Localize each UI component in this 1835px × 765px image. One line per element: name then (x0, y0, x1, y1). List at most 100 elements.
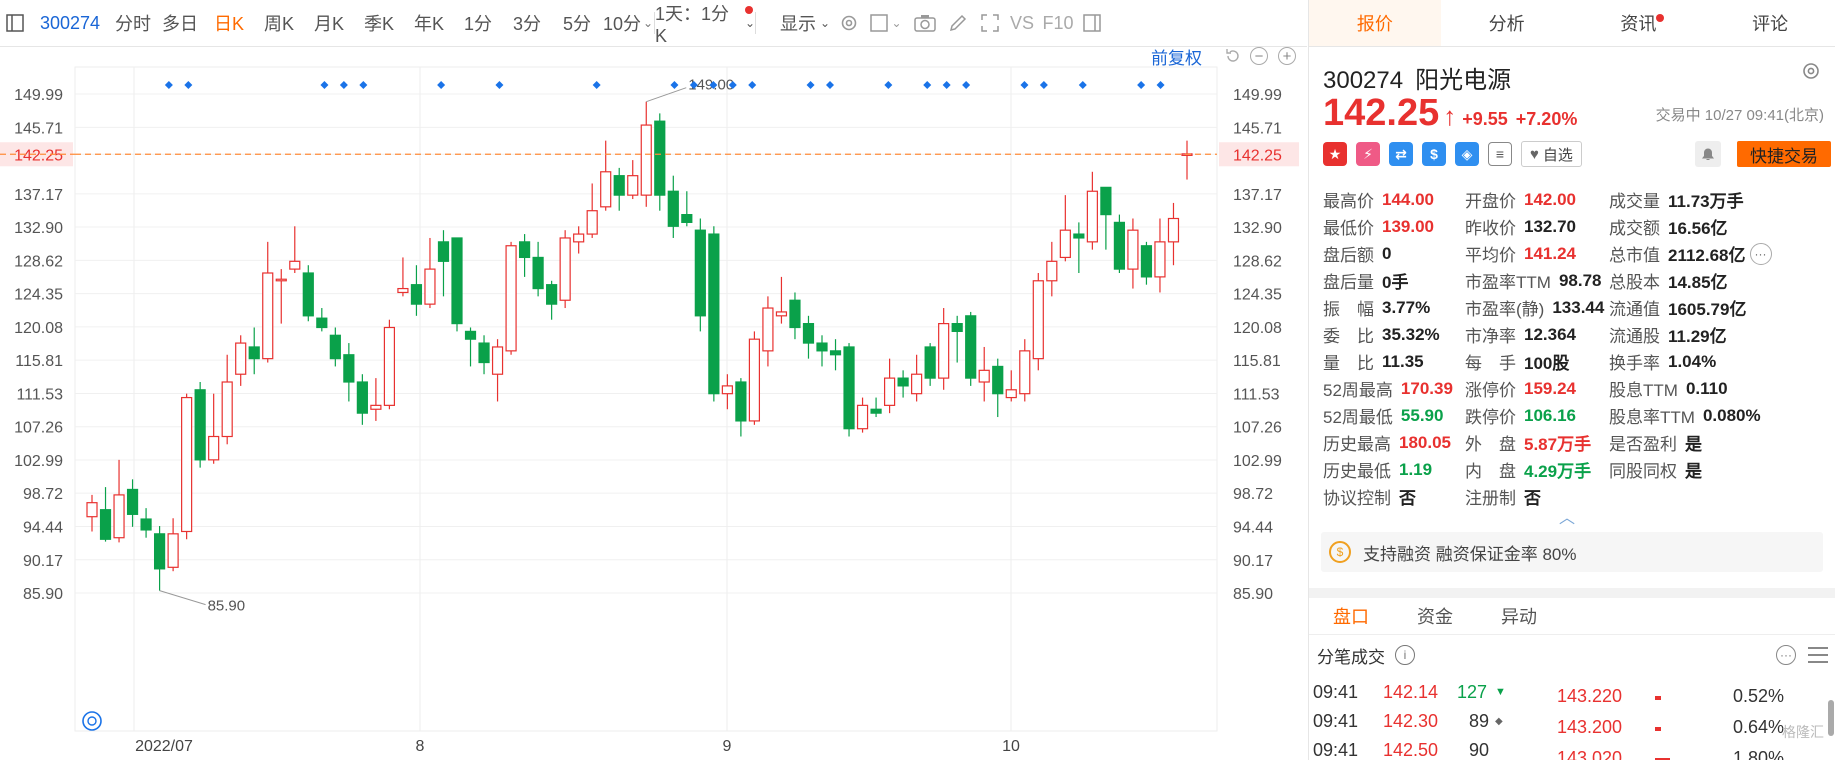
interval-select[interactable]: 1天：1分K ⌄ (655, 0, 755, 46)
quote-tab-0[interactable]: 报价 (1309, 0, 1441, 46)
adjust-mode-button[interactable]: 前复权 (1151, 44, 1202, 68)
display-select[interactable]: 显示 ⌄ (776, 0, 834, 46)
stock-title: 300274 阳光电源 (1323, 60, 1511, 95)
fullscreen-icon[interactable] (974, 0, 1006, 46)
quick-trade-button[interactable]: 快捷交易 (1737, 141, 1831, 167)
candle-body (262, 272, 274, 360)
period-tab-10[interactable]: 10分 ⌄ (602, 0, 654, 46)
zoom-in-icon[interactable]: + (1278, 47, 1296, 65)
period-tab-4[interactable]: 月K (304, 0, 354, 46)
stat-label: 成交额 (1609, 219, 1660, 238)
stat-item: 总股本 14.85亿 (1609, 268, 1777, 293)
sidebar-toggle-icon[interactable] (0, 0, 30, 46)
candle-body (424, 268, 436, 305)
candle-body (248, 346, 260, 360)
ticks-title: 分笔成交 (1317, 647, 1385, 667)
y-tick-right: 120.08 (1233, 320, 1282, 337)
camera-icon[interactable] (908, 0, 942, 46)
lightning-icon[interactable]: ⚡ (1356, 142, 1380, 166)
stock-tag-icons: ★ ⚡ ⇄ $ ◈ ≡ ♥ 自选 (1323, 141, 1582, 167)
candle-body (140, 518, 152, 531)
candle-body (410, 284, 423, 305)
candlestick-chart[interactable]: 149.99 149.99 145.71 145.71 142.25 142.25 137.… (0, 47, 1307, 760)
period-tab-9[interactable]: 5分 (552, 0, 602, 46)
collapse-caret-icon[interactable]: ︿ (1559, 504, 1575, 528)
candle-body (99, 509, 112, 540)
tag-icon[interactable]: ◈ (1455, 142, 1479, 166)
period-tab-0[interactable]: 分时 (110, 0, 156, 46)
stat-label: 每 手 (1465, 354, 1516, 373)
divider (1309, 588, 1835, 598)
candle-body (1167, 217, 1180, 243)
scrollbar[interactable] (1828, 700, 1834, 736)
indicator-select[interactable]: ⌄ (864, 0, 908, 46)
lower-tab-1[interactable]: 资金 (1393, 598, 1477, 634)
stat-item: 52周最高 170.39 (1323, 376, 1465, 401)
arrow-up-icon: ↑ (1443, 101, 1457, 131)
period-tab-1[interactable]: 多日 (156, 0, 204, 46)
candle-body (546, 284, 558, 305)
stat-label: 同股同权 (1609, 462, 1677, 481)
gear-icon[interactable] (1800, 60, 1824, 84)
candle-body (1140, 245, 1153, 278)
period-tab-7[interactable]: 1分 (454, 0, 502, 46)
candle-body (816, 342, 828, 352)
y-tick-left: 90.17 (23, 553, 63, 570)
list-menu-icon[interactable] (1808, 645, 1828, 665)
y-tick-left: 111.53 (16, 386, 63, 403)
more-icon[interactable]: ··· (1749, 242, 1772, 265)
candle-body (1046, 260, 1058, 282)
period-tab-6[interactable]: 年K (404, 0, 454, 46)
y-tick-left: 128.62 (14, 253, 63, 270)
orderbook-pct: 0.64% (1733, 716, 1785, 737)
y-tick-right: 128.62 (1233, 253, 1282, 270)
y-tick-right: 145.71 (1233, 120, 1282, 137)
stat-value: 0.110 (1685, 378, 1728, 398)
stat-label: 内 盘 (1465, 462, 1516, 481)
stat-label: 流通值 (1609, 300, 1660, 319)
notify-dot (1656, 14, 1665, 22)
settings-gear-icon[interactable] (834, 0, 864, 46)
lower-tab-2[interactable]: 异动 (1477, 598, 1561, 634)
panel-layout-icon[interactable] (1078, 0, 1106, 46)
quote-tab-2[interactable]: 资讯 (1573, 0, 1705, 46)
zoom-out-icon[interactable]: − (1250, 47, 1268, 65)
stat-item: 盘后额 0 (1323, 241, 1465, 266)
stat-value: 是 (1685, 435, 1702, 454)
add-watchlist-button[interactable]: ♥ 自选 (1521, 141, 1582, 167)
china-flag-icon[interactable]: ★ (1323, 142, 1347, 166)
chart-svg[interactable]: 149.99 149.99 145.71 145.71 142.25 142.25 137.… (0, 47, 1307, 760)
period-tab-5[interactable]: 季K (354, 0, 404, 46)
stat-label: 昨收价 (1465, 219, 1516, 238)
y-tick-left: 115.81 (15, 353, 63, 370)
period-tab-3[interactable]: 周K (254, 0, 304, 46)
dollar-icon[interactable]: $ (1422, 142, 1446, 166)
quote-tab-1[interactable]: 分析 (1441, 0, 1573, 46)
quote-tab-3[interactable]: 评论 (1704, 0, 1835, 46)
stat-item: 换手率 1.04% (1609, 349, 1777, 374)
stat-label: 涨停价 (1465, 381, 1516, 400)
more-icon[interactable]: ··· (1776, 645, 1796, 665)
stats-row: 盘后额 0 平均价 141.24 总市值 2112.68亿 ··· (1323, 240, 1833, 267)
report-icon[interactable]: ≡ (1488, 142, 1512, 166)
candle-body (181, 396, 193, 533)
orderbook-price: 143.220 (1557, 685, 1623, 706)
lower-tab-0[interactable]: 盘口 (1309, 598, 1393, 634)
candle-body (654, 120, 666, 196)
chevron-down-icon[interactable]: ⌄ (643, 16, 653, 30)
shuffle-icon[interactable]: ⇄ (1389, 142, 1413, 166)
stat-value: 170.39 (1400, 378, 1453, 398)
y-tick-left: 145.71 (14, 120, 63, 137)
info-icon[interactable]: i (1395, 645, 1415, 665)
reset-icon[interactable] (1224, 47, 1242, 65)
y-tick-left: 149.99 (14, 87, 63, 104)
pencil-draw-icon[interactable] (942, 0, 974, 46)
stat-value: 11.29亿 (1668, 327, 1727, 346)
vs-compare-button[interactable]: VS (1006, 0, 1038, 46)
bell-icon[interactable] (1695, 141, 1721, 167)
stats-row: 52周最高 170.39 涨停价 159.24 股息TTM 0.110 (1323, 375, 1833, 402)
stat-item: 历史最高 180.05 (1323, 430, 1465, 455)
period-tab-8[interactable]: 3分 (502, 0, 552, 46)
period-tab-2[interactable]: 日K (204, 0, 254, 46)
f10-button[interactable]: F10 (1038, 0, 1078, 46)
